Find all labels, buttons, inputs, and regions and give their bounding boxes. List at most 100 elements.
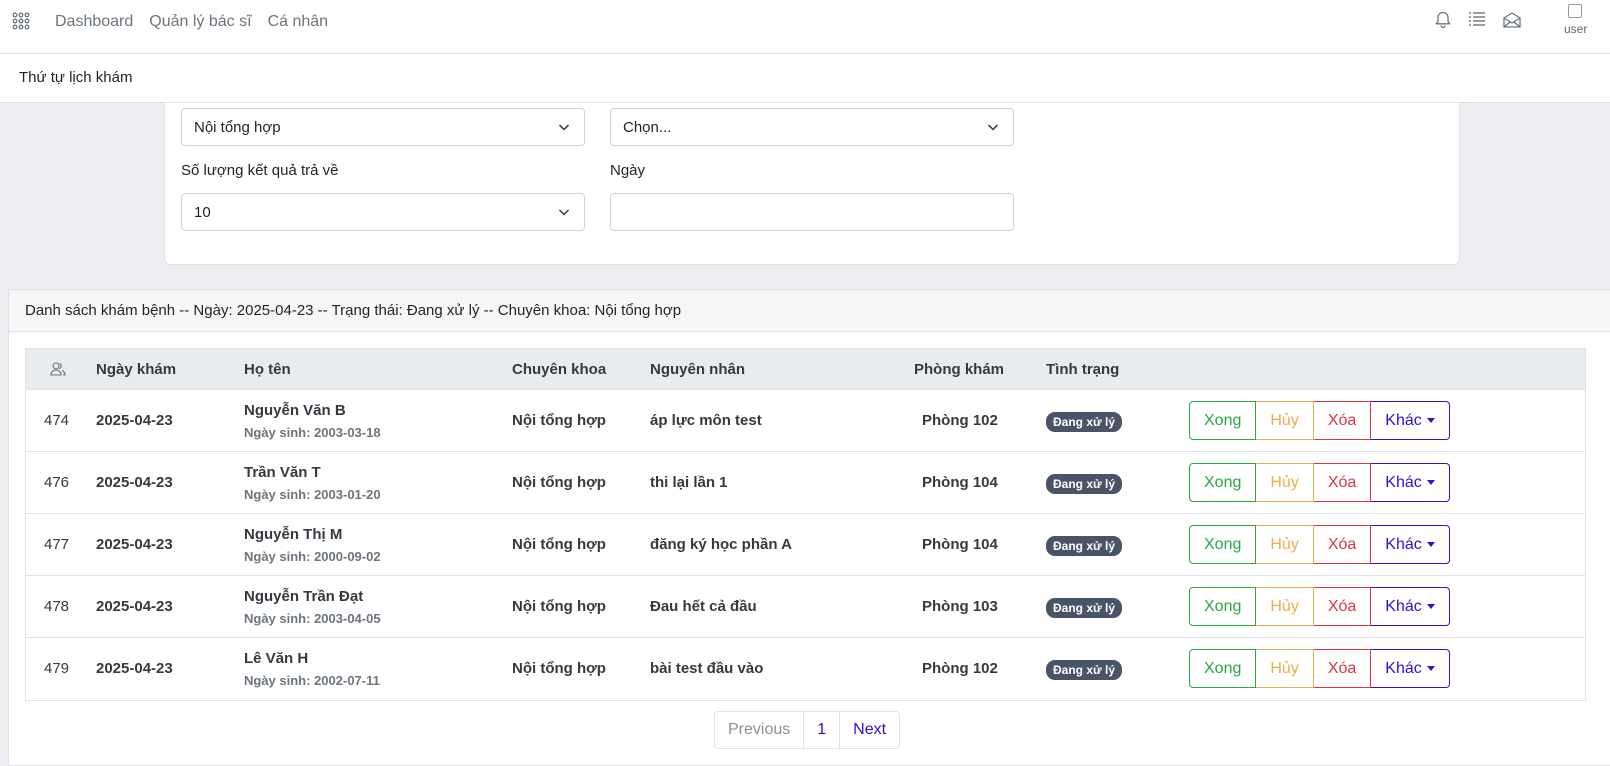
row-dob: Ngày sinh: 2003-04-05	[244, 611, 381, 626]
done-button[interactable]: Xong	[1189, 463, 1257, 502]
row-patient-name: Lê Văn H	[244, 650, 309, 667]
row-room: Phòng 102	[922, 412, 998, 429]
nav-link-dashboard[interactable]: Dashboard	[55, 13, 133, 31]
row-action-group: Xong Hủy Xóa Khác	[1189, 587, 1450, 626]
table-row: 477 2025-04-23 Nguyễn Thị M Ngày sinh: 2…	[26, 514, 1585, 576]
row-id: 474	[44, 412, 70, 429]
row-reason: đăng ký học phần A	[650, 536, 792, 553]
row-action-group: Xong Hủy Xóa Khác	[1189, 525, 1450, 564]
row-action-group: Xong Hủy Xóa Khác	[1189, 401, 1450, 440]
table-row: 478 2025-04-23 Nguyễn Trần Đạt Ngày sinh…	[26, 576, 1585, 638]
more-dropdown-button[interactable]: Khác	[1371, 401, 1450, 440]
filter-card: Nội tổng hợp Chọn... Số lượng kết quả tr…	[164, 103, 1460, 265]
mail-icon[interactable]	[1502, 10, 1522, 30]
table-header: Ngày khám Họ tên Chuyên khoa Nguyên nhân…	[26, 349, 1585, 390]
avatar-alt-text: user	[1564, 22, 1588, 36]
nav-link-doctor-management[interactable]: Quản lý bác sĩ	[149, 13, 251, 31]
status-badge: Đang xử lý	[1046, 412, 1123, 432]
cancel-button[interactable]: Hủy	[1256, 525, 1314, 564]
more-label: Khác	[1385, 473, 1422, 491]
caret-down-icon	[1426, 666, 1435, 671]
row-specialty: Nội tổng hợp	[512, 536, 606, 553]
cancel-button[interactable]: Hủy	[1256, 401, 1314, 440]
delete-button[interactable]: Xóa	[1313, 463, 1372, 502]
user-avatar[interactable]: user	[1564, 2, 1610, 42]
limit-label: Số lượng kết quả trả về	[181, 162, 339, 179]
status-badge: Đang xử lý	[1046, 474, 1123, 494]
row-specialty: Nội tổng hợp	[512, 660, 606, 677]
col-header-reason: Nguyên nhân	[650, 361, 746, 378]
limit-select-value: 10	[194, 204, 211, 221]
next-page-button[interactable]: Next	[840, 711, 901, 749]
page-1-button[interactable]: 1	[804, 711, 841, 749]
done-button[interactable]: Xong	[1189, 587, 1257, 626]
list-icon[interactable]	[1467, 10, 1487, 30]
bell-icon[interactable]	[1433, 10, 1453, 30]
done-button[interactable]: Xong	[1189, 649, 1257, 688]
row-reason: thi lại lần 1	[650, 474, 728, 491]
done-button[interactable]: Xong	[1189, 401, 1257, 440]
status-select-value: Chọn...	[623, 119, 672, 136]
delete-button[interactable]: Xóa	[1313, 587, 1372, 626]
users-icon	[50, 362, 66, 376]
more-label: Khác	[1385, 411, 1422, 429]
more-dropdown-button[interactable]: Khác	[1371, 525, 1450, 564]
row-date: 2025-04-23	[96, 536, 173, 553]
more-dropdown-button[interactable]: Khác	[1371, 649, 1450, 688]
appointment-table: Ngày khám Họ tên Chuyên khoa Nguyên nhân…	[25, 348, 1586, 701]
row-specialty: Nội tổng hợp	[512, 412, 606, 429]
row-patient-name: Nguyễn Trần Đạt	[244, 588, 364, 605]
table-row: 474 2025-04-23 Nguyễn Văn B Ngày sinh: 2…	[26, 390, 1585, 452]
cancel-button[interactable]: Hủy	[1256, 463, 1314, 502]
date-input[interactable]	[610, 193, 1014, 231]
top-navbar: Dashboard Quản lý bác sĩ Cá nhân user	[0, 0, 1610, 54]
row-reason: áp lực môn test	[650, 412, 762, 429]
nav-link-personal[interactable]: Cá nhân	[268, 13, 329, 31]
sub-header: Thứ tự lịch khám	[0, 54, 1610, 103]
more-dropdown-button[interactable]: Khác	[1371, 463, 1450, 502]
more-dropdown-button[interactable]: Khác	[1371, 587, 1450, 626]
date-label: Ngày	[610, 162, 646, 179]
row-action-group: Xong Hủy Xóa Khác	[1189, 463, 1450, 502]
caret-down-icon	[1426, 418, 1435, 423]
row-action-group: Xong Hủy Xóa Khác	[1189, 649, 1450, 688]
row-specialty: Nội tổng hợp	[512, 598, 606, 615]
specialty-select[interactable]: Nội tổng hợp	[181, 108, 585, 146]
row-dob: Ngày sinh: 2000-09-02	[244, 549, 381, 564]
delete-button[interactable]: Xóa	[1313, 525, 1372, 564]
cancel-button[interactable]: Hủy	[1256, 587, 1314, 626]
row-patient-name: Nguyễn Thị M	[244, 526, 343, 543]
delete-button[interactable]: Xóa	[1313, 649, 1372, 688]
chevron-down-icon	[558, 209, 570, 216]
done-button[interactable]: Xong	[1189, 525, 1257, 564]
chevron-down-icon	[987, 124, 999, 131]
col-header-status: Tình trạng	[1046, 361, 1120, 378]
caret-down-icon	[1426, 480, 1435, 485]
row-date: 2025-04-23	[96, 412, 173, 429]
specialty-select-value: Nội tổng hợp	[194, 119, 281, 136]
row-patient-name: Nguyễn Văn B	[244, 402, 346, 419]
caret-down-icon	[1426, 542, 1435, 547]
apps-grid-icon[interactable]	[12, 12, 30, 30]
row-id: 477	[44, 536, 70, 553]
row-dob: Ngày sinh: 2003-03-18	[244, 425, 381, 440]
pagination: Previous 1 Next	[714, 711, 901, 749]
row-room: Phòng 104	[922, 474, 998, 491]
row-room: Phòng 102	[922, 660, 998, 677]
status-select[interactable]: Chọn...	[610, 108, 1014, 146]
row-specialty: Nội tổng hợp	[512, 474, 606, 491]
row-date: 2025-04-23	[96, 474, 173, 491]
appointment-list-card: Danh sách khám bệnh -- Ngày: 2025-04-23 …	[8, 289, 1610, 766]
delete-button[interactable]: Xóa	[1313, 401, 1372, 440]
cancel-button[interactable]: Hủy	[1256, 649, 1314, 688]
more-label: Khác	[1385, 597, 1422, 615]
row-date: 2025-04-23	[96, 660, 173, 677]
row-reason: bài test đầu vào	[650, 660, 764, 677]
row-id: 479	[44, 660, 70, 677]
previous-page-button[interactable]: Previous	[714, 711, 805, 749]
col-header-date: Ngày khám	[96, 361, 177, 378]
limit-select[interactable]: 10	[181, 193, 585, 231]
chevron-down-icon	[558, 124, 570, 131]
row-id: 476	[44, 474, 70, 491]
nav-links: Dashboard Quản lý bác sĩ Cá nhân	[55, 13, 328, 31]
